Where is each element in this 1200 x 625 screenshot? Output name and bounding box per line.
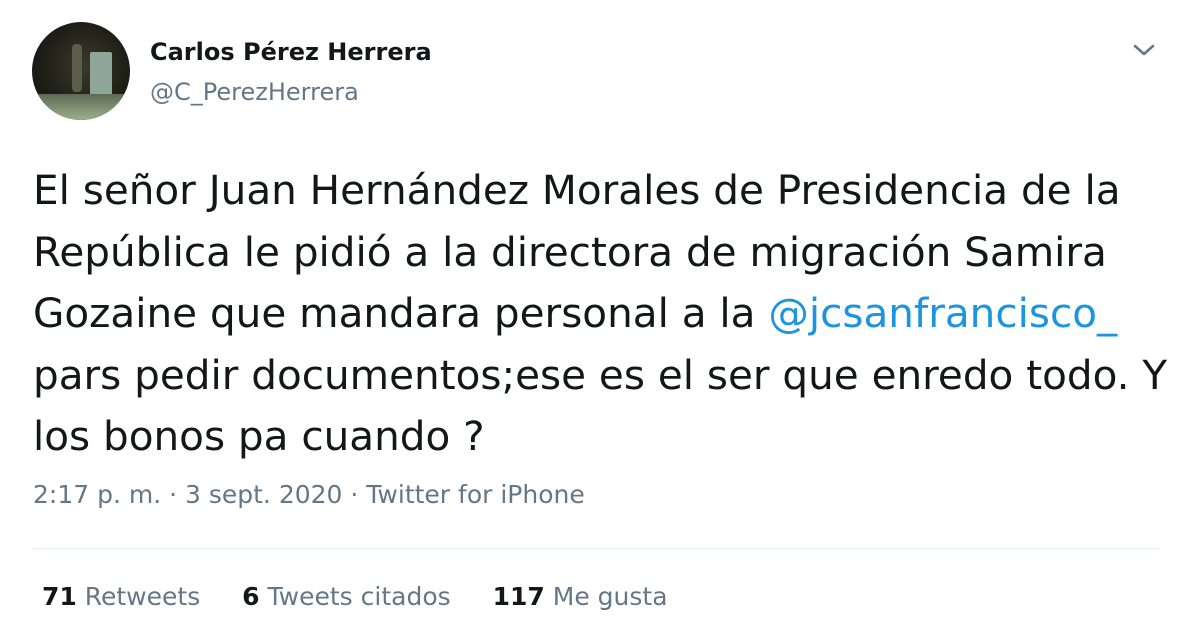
tweet-text: El señor Juan Hernández Morales de Presi… [33,160,1173,468]
tweet-source[interactable]: Twitter for iPhone [366,480,584,509]
avatar-stage [32,94,130,120]
quotes-count: 6 [242,582,260,611]
meta-separator: · [161,480,185,509]
divider [33,548,1161,549]
tweet-time[interactable]: 2:17 p. m. [33,480,161,509]
likes-count: 117 [492,582,545,611]
tweet-card: Carlos Pérez Herrera @C_PerezHerrera El … [0,0,1200,625]
quotes-label: Tweets citados [267,582,451,611]
avatar-figure [72,44,82,92]
quotes-stat[interactable]: 6 Tweets citados [242,582,450,611]
likes-label: Me gusta [552,582,668,611]
tweet-date[interactable]: 3 sept. 2020 [185,480,342,509]
author-name[interactable]: Carlos Pérez Herrera [150,38,432,66]
mention-link[interactable]: @jcsanfrancisco_ [768,289,1117,337]
retweets-count: 71 [42,582,77,611]
chevron-down-icon[interactable] [1130,36,1158,64]
meta-separator: · [342,480,367,509]
likes-stat[interactable]: 117 Me gusta [493,582,668,611]
tweet-text-part: pars pedir documentos;ese es el ser que … [33,350,1168,461]
avatar[interactable] [32,22,130,120]
avatar-banner [90,52,112,96]
author-handle[interactable]: @C_PerezHerrera [150,78,359,106]
tweet-stats: 71 Retweets 6 Tweets citados 117 Me gust… [42,582,702,611]
tweet-metadata: 2:17 p. m. · 3 sept. 2020 · Twitter for … [33,480,585,509]
retweets-label: Retweets [84,582,201,611]
retweets-stat[interactable]: 71 Retweets [42,582,200,611]
